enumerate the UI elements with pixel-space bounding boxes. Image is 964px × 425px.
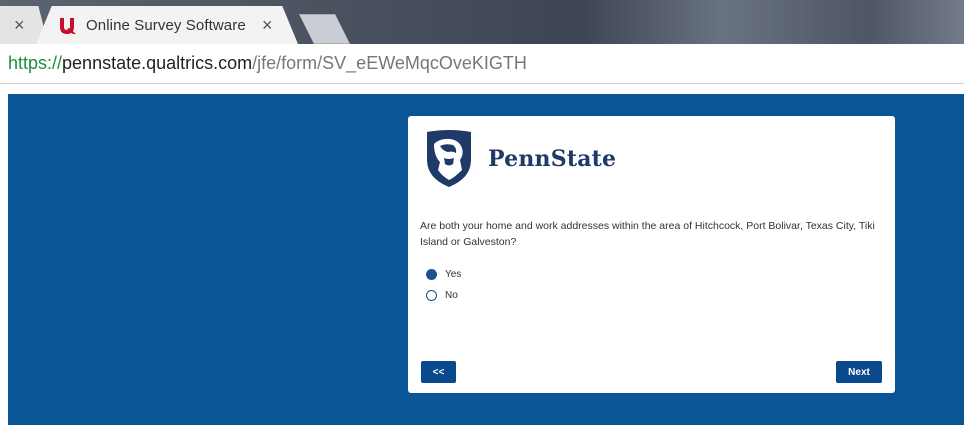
- address-bar[interactable]: https://pennstate.qualtrics.com/jfe/form…: [0, 44, 964, 84]
- new-tab-icon[interactable]: [299, 14, 350, 44]
- qualtrics-logo-icon: [60, 18, 76, 34]
- answer-choices: Yes No: [426, 264, 461, 306]
- pennstate-wordmark: PennState: [488, 146, 617, 172]
- active-tab[interactable]: Online Survey Software | Qualtrics ×: [36, 6, 298, 44]
- next-button[interactable]: Next: [836, 361, 882, 383]
- radio-yes[interactable]: [426, 269, 437, 280]
- url-text[interactable]: https://pennstate.qualtrics.com/jfe/form…: [8, 53, 527, 74]
- survey-card: PennState Are both your home and work ad…: [408, 116, 895, 393]
- browser-tab-strip: × Online Survey Software | Qualtrics ×: [0, 0, 964, 44]
- choice-no-label[interactable]: No: [445, 290, 458, 301]
- back-button[interactable]: <<: [421, 361, 456, 383]
- choice-yes[interactable]: Yes: [426, 264, 461, 285]
- active-tab-title: Online Survey Software | Qualtrics: [86, 16, 246, 34]
- radio-no[interactable]: [426, 290, 437, 301]
- question-text: Are both your home and work addresses wi…: [420, 220, 875, 248]
- active-tab-close-icon[interactable]: ×: [262, 16, 273, 34]
- nittany-lion-shield-icon: [427, 130, 471, 187]
- page-viewport: PennState Are both your home and work ad…: [0, 84, 964, 425]
- url-scheme: https://: [8, 53, 63, 73]
- url-path: /jfe/form/SV_eEWeMqcOveKIGTH: [252, 53, 527, 73]
- choice-yes-label[interactable]: Yes: [445, 269, 461, 280]
- url-host: pennstate.qualtrics.com: [62, 53, 253, 73]
- previous-tab-close-icon[interactable]: ×: [14, 16, 25, 34]
- choice-no[interactable]: No: [426, 285, 461, 306]
- pennstate-logo: PennState: [426, 130, 616, 188]
